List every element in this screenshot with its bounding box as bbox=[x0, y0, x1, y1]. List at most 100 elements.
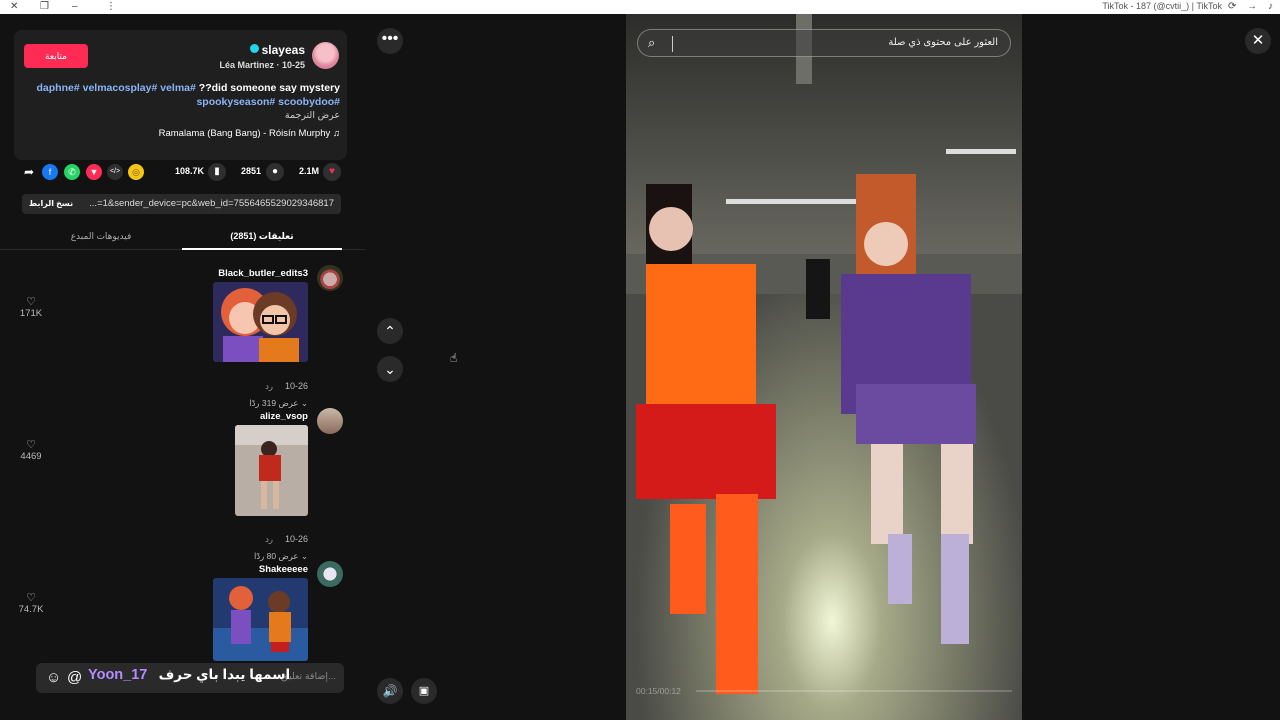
active-tab-indicator bbox=[182, 248, 342, 250]
photo-image bbox=[235, 425, 308, 516]
video-player[interactable]: ⌕ العثور على محتوى ذي صلة 00:15/00:12 bbox=[626, 14, 1022, 720]
comment-date: 10-26 bbox=[284, 381, 308, 391]
music-note-icon: ♫ bbox=[332, 128, 340, 139]
emoji-icon[interactable]: ☺ bbox=[46, 669, 61, 686]
comment-photo-image bbox=[235, 425, 308, 516]
view-replies-label: عرض 319 ردًا bbox=[249, 398, 299, 408]
comment-like[interactable]: ♡ 4469 bbox=[18, 438, 44, 462]
comment-like-count: 4469 bbox=[20, 451, 42, 462]
search-divider bbox=[672, 36, 673, 52]
chat-overlay-name: Yoon_17 bbox=[88, 667, 148, 683]
caption-line-2[interactable]: spookyseason# scoobydoo# bbox=[196, 96, 340, 108]
forward-icon[interactable]: → bbox=[1247, 1, 1257, 12]
tiktok-logo-icon: ♪ bbox=[1268, 1, 1273, 12]
comment-icon[interactable]: ● bbox=[266, 163, 284, 181]
comment-like-count: 171K bbox=[19, 308, 43, 319]
reply-button[interactable]: رد bbox=[265, 381, 273, 392]
bookmark-icon[interactable]: ▮ bbox=[208, 163, 226, 181]
heart-outline-icon: ♡ bbox=[26, 592, 36, 604]
comment-sticker-image bbox=[213, 578, 308, 661]
tab-bar: فيديوهات المبدع تعليقات (2851) bbox=[0, 224, 365, 250]
comment-like[interactable]: ♡ 171K bbox=[18, 295, 44, 319]
minimize-window-icon[interactable]: – bbox=[72, 1, 78, 12]
close-window-icon[interactable]: ✕ bbox=[10, 1, 18, 12]
video-progress-bar[interactable] bbox=[696, 690, 1012, 692]
chat-overlay: Yoon_17 اسمها يبدا باي حرف bbox=[88, 667, 290, 683]
comment-date: 10-26 bbox=[284, 534, 308, 544]
chat-overlay-message: اسمها يبدا باي حرف bbox=[158, 667, 291, 682]
navigation-column: ••• ⌃ ⌄ ☝ 🔊 ▣ bbox=[365, 14, 626, 720]
tab-comments[interactable]: تعليقات (2851) bbox=[182, 231, 342, 242]
comment-item: Black_butler_edits3 10-26 رد عرض 319 ردً… bbox=[0, 265, 365, 408]
browser-titlebar: ✕ ❐ – ⋮ TikTok - 187 (@cvtii_) | TikTok … bbox=[0, 0, 1280, 14]
music-title: Ramalama (Bang Bang) - Róisín Murphy bbox=[158, 128, 331, 139]
right-backdrop: ✕ bbox=[1022, 14, 1280, 720]
chevron-down-icon: ⌄ bbox=[300, 398, 308, 408]
embed-icon[interactable]: </> bbox=[107, 164, 123, 180]
comment-like-count: 74.7K bbox=[18, 604, 44, 615]
search-icon[interactable]: ⌕ bbox=[648, 35, 655, 51]
chevron-up-icon[interactable]: ⌃ bbox=[377, 318, 403, 344]
window-title: TikTok - 187 (@cvtii_) | TikTok bbox=[1102, 1, 1222, 11]
details-panel: متابعة slayeas Léa Martinez · 10-25 daph… bbox=[0, 14, 365, 720]
mention-icon[interactable]: @ bbox=[67, 669, 82, 686]
comment-sticker-image bbox=[213, 282, 308, 362]
author-username[interactable]: slayeas bbox=[249, 43, 305, 57]
saves-count: 108.7K bbox=[175, 166, 205, 176]
comments-count: 2851 bbox=[241, 166, 262, 176]
comment-username[interactable]: Black_butler_edits3 bbox=[218, 268, 308, 279]
likes-count: 2.1M bbox=[299, 166, 320, 176]
cartoon-image bbox=[213, 282, 308, 362]
copy-link-button[interactable]: نسخ الرابط bbox=[22, 194, 80, 214]
avatar[interactable] bbox=[317, 265, 343, 291]
mini-player-icon[interactable]: ▣ bbox=[411, 678, 437, 704]
caption-text: ??did someone say mystery bbox=[198, 82, 340, 94]
caption-line-1: daphne# velmacosplay# velma# ??did someo… bbox=[37, 82, 340, 94]
comment-item: Shakeeeee ♡ 74.7K bbox=[0, 561, 365, 671]
whatsapp-icon[interactable]: ✆ bbox=[64, 164, 80, 180]
mouse-pointer-icon: ☝ bbox=[450, 351, 458, 365]
author-subtitle: Léa Martinez · 10-25 bbox=[219, 60, 305, 70]
post-info-card: متابعة slayeas Léa Martinez · 10-25 daph… bbox=[14, 30, 347, 160]
restore-window-icon[interactable]: ❐ bbox=[40, 1, 49, 12]
tab-creator-videos[interactable]: فيديوهات المبدع bbox=[21, 231, 181, 242]
more-icon[interactable]: ••• bbox=[377, 28, 403, 54]
facebook-icon[interactable]: f bbox=[42, 164, 58, 180]
post-date: 10-25 bbox=[281, 60, 305, 70]
author-display-name: Léa Martinez bbox=[219, 60, 274, 70]
chevron-down-icon: ⌄ bbox=[300, 551, 308, 561]
copy-link-icon[interactable]: ◎ bbox=[128, 164, 144, 180]
search-placeholder: العثور على محتوى ذي صلة bbox=[888, 37, 998, 48]
translate-link[interactable]: عرض الترجمة bbox=[285, 110, 340, 121]
search-bar[interactable]: ⌕ العثور على محتوى ذي صلة bbox=[637, 29, 1011, 57]
comment-username[interactable]: alize_vsop bbox=[260, 411, 308, 422]
music-link[interactable]: Ramalama (Bang Bang) - Róisín Murphy ♫ bbox=[159, 128, 340, 139]
share-icon[interactable]: ➦ bbox=[21, 164, 37, 180]
avatar[interactable] bbox=[317, 408, 343, 434]
comment-item: alize_vsop 10-26 رد عرض 80 ردًا ⌄ ♡ 4469 bbox=[0, 408, 365, 561]
caption-hashtags[interactable]: daphne# velmacosplay# velma# bbox=[37, 82, 196, 94]
view-replies-label: عرض 80 ردًا bbox=[254, 551, 299, 561]
post-url[interactable]: ...=1&sender_device=pc&web_id=7556465529… bbox=[89, 198, 334, 209]
action-bar: ➦ f ✆ ▼ </> ◎ 108.7K ▮ 2851 ● 2.1M ♥ bbox=[0, 159, 365, 185]
video-frame-image bbox=[626, 14, 1022, 720]
link-box: نسخ الرابط ...=1&sender_device=pc&web_id… bbox=[22, 194, 341, 214]
avatar[interactable] bbox=[317, 561, 343, 587]
close-icon[interactable]: ✕ bbox=[1245, 28, 1271, 54]
heart-outline-icon: ♡ bbox=[26, 439, 36, 451]
chevron-down-icon[interactable]: ⌄ bbox=[377, 356, 403, 382]
cartoon-image bbox=[213, 578, 308, 661]
verified-icon bbox=[249, 44, 259, 53]
reply-button[interactable]: رد bbox=[265, 534, 273, 545]
comment-username[interactable]: Shakeeeee bbox=[259, 564, 308, 575]
comment-like[interactable]: ♡ 74.7K bbox=[18, 591, 44, 615]
volume-icon[interactable]: 🔊 bbox=[377, 678, 403, 704]
send-icon[interactable]: ▼ bbox=[86, 164, 102, 180]
menu-icon[interactable]: ⋮ bbox=[106, 1, 116, 12]
avatar[interactable] bbox=[312, 42, 339, 69]
refresh-icon[interactable]: ⟳ bbox=[1228, 1, 1236, 12]
heart-icon[interactable]: ♥ bbox=[323, 163, 341, 181]
follow-button[interactable]: متابعة bbox=[24, 44, 88, 68]
video-time: 00:15/00:12 bbox=[636, 686, 681, 696]
heart-outline-icon: ♡ bbox=[26, 296, 36, 308]
